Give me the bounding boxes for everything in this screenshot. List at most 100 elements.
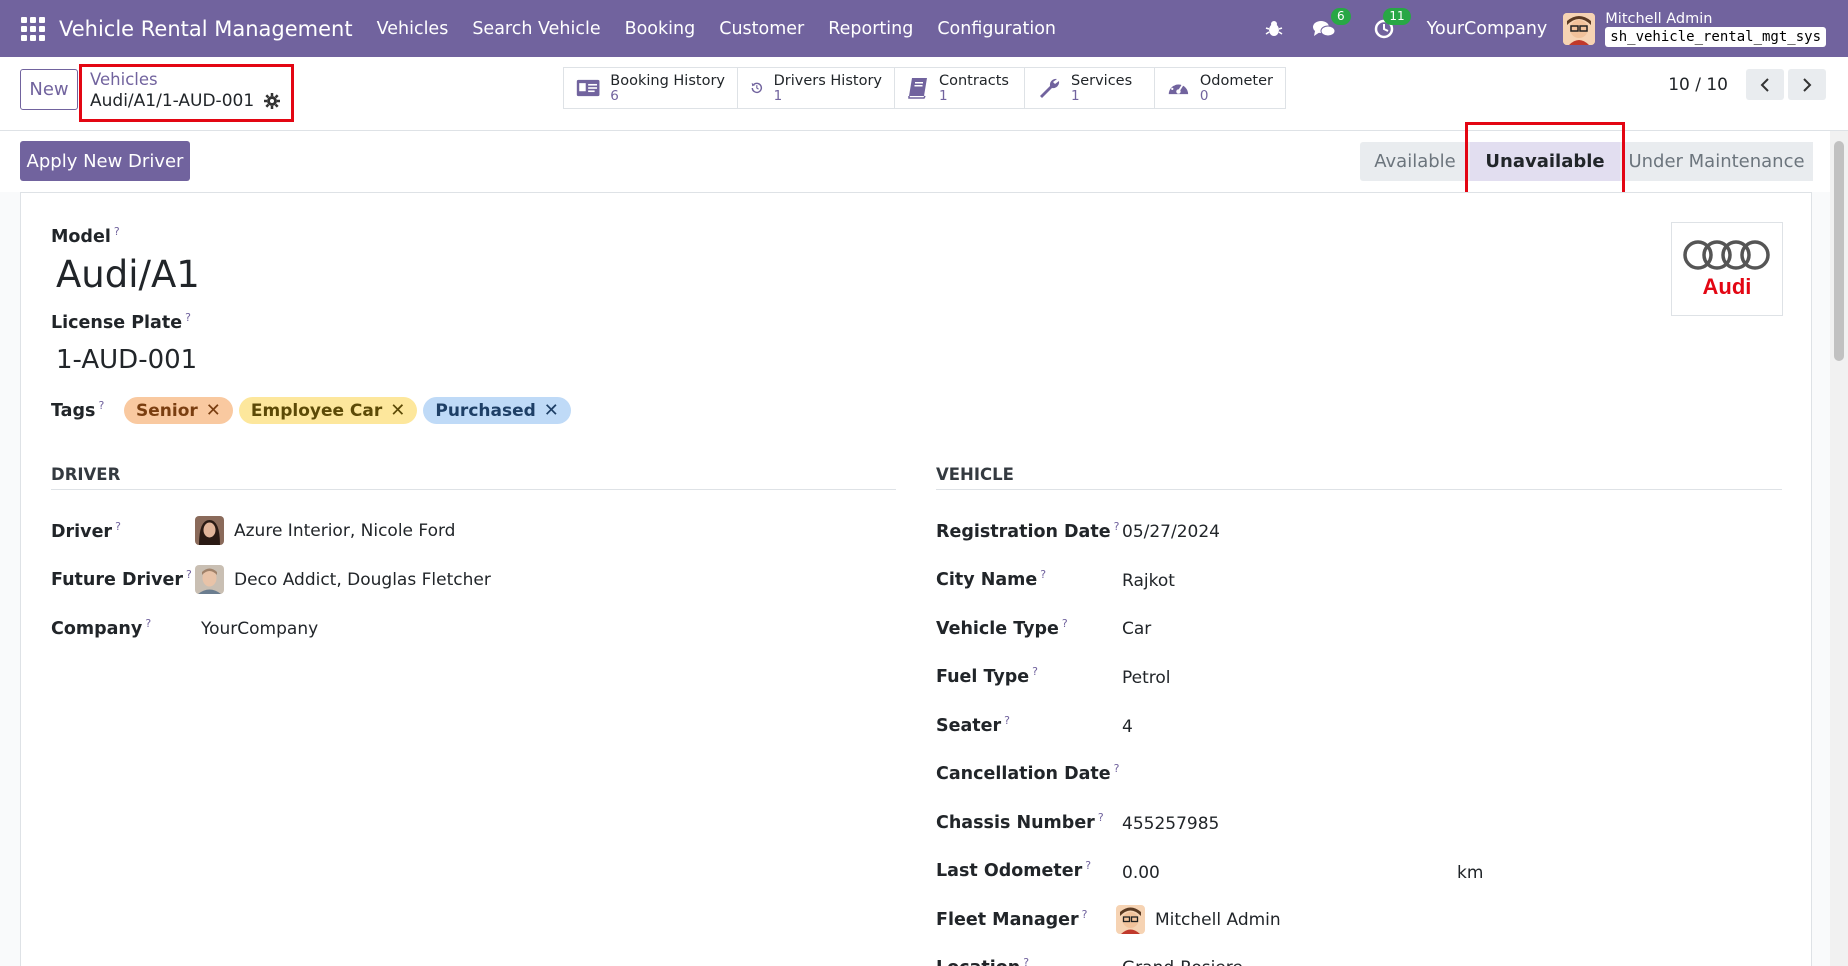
chassis-number-value[interactable]: 455257985 xyxy=(1122,814,1219,834)
future-driver-label: Future Driver? xyxy=(51,568,192,590)
smart-buttons: Booking History 6 Drivers History 1 Cont… xyxy=(563,67,1286,109)
chat-icon[interactable]: 6 xyxy=(1311,7,1351,42)
fleet-manager-label: Fleet Manager? xyxy=(936,908,1088,930)
breadcrumb-current-label: Audi/A1/1-AUD-001 xyxy=(90,91,255,111)
contracts-button[interactable]: Contracts 1 xyxy=(895,68,1025,108)
company-switcher[interactable]: YourCompany xyxy=(1427,19,1548,39)
last-odometer-label: Last Odometer? xyxy=(936,859,1092,881)
apps-menu-icon[interactable] xyxy=(21,16,45,41)
navbar-systray: 6 11 YourCompany Mitchell Admin sh_vehic… xyxy=(1249,0,1848,57)
pager-previous-button[interactable] xyxy=(1746,69,1784,100)
main-menu: Vehicles Search Vehicle Booking Customer… xyxy=(365,19,1068,39)
drivers-history-label: Drivers History xyxy=(773,72,882,89)
menu-vehicles[interactable]: Vehicles xyxy=(365,19,461,39)
company-label: Company? xyxy=(51,617,152,639)
book-icon xyxy=(908,78,927,99)
seater-value[interactable]: 4 xyxy=(1122,717,1133,737)
history-icon xyxy=(751,82,763,94)
status-bar: Available Unavailable Under Maintenance xyxy=(1360,142,1813,181)
city-name-value[interactable]: Rajkot xyxy=(1122,571,1175,591)
seater-label: Seater? xyxy=(936,714,1010,736)
pager: 10 / 10 xyxy=(1668,69,1826,100)
chat-count-badge: 6 xyxy=(1331,7,1351,25)
company-value[interactable]: YourCompany xyxy=(201,619,318,639)
driver-label: Driver? xyxy=(51,520,121,542)
services-label: Services xyxy=(1071,72,1133,89)
user-menu[interactable]: Mitchell Admin sh_vehicle_rental_mgt_sys xyxy=(1605,11,1826,47)
wrench-icon xyxy=(1040,78,1060,98)
bug-icon[interactable] xyxy=(1261,16,1287,42)
vehicle-logo[interactable]: Audi xyxy=(1671,222,1783,316)
future-driver-field[interactable]: Deco Addict, Douglas Fletcher xyxy=(195,565,491,594)
tag-employee-car: Employee Car ✕ xyxy=(238,397,418,424)
menu-customer[interactable]: Customer xyxy=(707,19,816,39)
registration-date-value[interactable]: 05/27/2024 xyxy=(1122,522,1220,542)
booking-history-count: 6 xyxy=(610,87,619,104)
driver-field[interactable]: Azure Interior, Nicole Ford xyxy=(195,516,455,545)
cancellation-date-label: Cancellation Date? xyxy=(936,762,1120,784)
user-name: Mitchell Admin xyxy=(1605,10,1713,27)
menu-configuration[interactable]: Configuration xyxy=(925,19,1068,39)
future-driver-value: Deco Addict, Douglas Fletcher xyxy=(234,569,491,590)
drivers-history-button[interactable]: Drivers History 1 xyxy=(738,68,895,108)
services-button[interactable]: Services 1 xyxy=(1025,68,1155,108)
breadcrumb-parent-link[interactable]: Vehicles xyxy=(90,70,283,90)
activity-clock-icon[interactable]: 11 xyxy=(1371,7,1411,42)
driver-section-title: DRIVER xyxy=(51,465,896,490)
contracts-count: 1 xyxy=(939,87,948,104)
chassis-number-label: Chassis Number? xyxy=(936,811,1104,833)
registration-date-label: Registration Date? xyxy=(936,520,1120,542)
breadcrumb-current: Audi/A1/1-AUD-001 xyxy=(90,90,283,112)
vehicle-type-label: Vehicle Type? xyxy=(936,617,1068,639)
top-navbar: Vehicle Rental Management Vehicles Searc… xyxy=(0,0,1848,57)
gear-icon[interactable] xyxy=(264,93,281,109)
apply-new-driver-button[interactable]: Apply New Driver xyxy=(20,141,190,181)
last-odometer-value[interactable]: 0.00 xyxy=(1122,863,1160,883)
driver-avatar xyxy=(195,516,224,545)
tags-label: Tags? xyxy=(51,399,105,421)
driver-value: Azure Interior, Nicole Ford xyxy=(234,520,456,541)
tags-list[interactable]: Senior ✕ Employee Car ✕ Purchased ✕ xyxy=(124,397,577,424)
fleet-manager-field[interactable]: Mitchell Admin xyxy=(1116,905,1281,934)
location-label: Location? xyxy=(936,956,1030,966)
fuel-type-label: Fuel Type? xyxy=(936,665,1039,687)
page-scrollbar[interactable] xyxy=(1830,131,1848,966)
activity-count-badge: 11 xyxy=(1383,7,1411,25)
status-unavailable[interactable]: Unavailable xyxy=(1470,142,1620,181)
new-button[interactable]: New xyxy=(20,69,78,110)
odometer-label: Odometer xyxy=(1199,72,1273,89)
status-under-maintenance[interactable]: Under Maintenance xyxy=(1620,142,1813,181)
odometer-count: 0 xyxy=(1199,87,1209,104)
fuel-type-value[interactable]: Petrol xyxy=(1122,668,1171,688)
future-driver-avatar xyxy=(195,565,224,594)
pager-value[interactable]: 10 / 10 xyxy=(1668,75,1728,95)
pager-next-button[interactable] xyxy=(1788,69,1826,100)
status-available[interactable]: Available xyxy=(1360,142,1470,181)
breadcrumb: Vehicles Audi/A1/1-AUD-001 xyxy=(79,64,294,122)
user-avatar[interactable] xyxy=(1563,12,1596,45)
odometer-unit[interactable]: km xyxy=(1457,863,1483,883)
license-plate-value[interactable]: 1-AUD-001 xyxy=(56,345,197,375)
odometer-button[interactable]: Odometer 0 xyxy=(1155,68,1285,108)
chevron-left-icon xyxy=(1760,77,1769,92)
vehicle-type-value[interactable]: Car xyxy=(1122,619,1151,639)
menu-reporting[interactable]: Reporting xyxy=(816,19,925,39)
location-value[interactable]: Grand-Rosiere xyxy=(1122,958,1243,966)
vehicle-section-title: VEHICLE xyxy=(936,465,1782,490)
audi-rings-icon xyxy=(1683,240,1770,270)
fleet-manager-value: Mitchell Admin xyxy=(1155,909,1281,930)
booking-history-label: Booking History xyxy=(610,72,725,89)
city-name-label: City Name? xyxy=(936,568,1047,590)
menu-booking[interactable]: Booking xyxy=(613,19,708,39)
model-label: Model? xyxy=(51,225,120,247)
model-value[interactable]: Audi/A1 xyxy=(56,253,200,296)
remove-tag-icon[interactable]: ✕ xyxy=(390,400,405,421)
remove-tag-icon[interactable]: ✕ xyxy=(206,400,221,421)
menu-search-vehicle[interactable]: Search Vehicle xyxy=(460,19,612,39)
license-plate-label: License Plate? xyxy=(51,311,191,333)
app-brand[interactable]: Vehicle Rental Management xyxy=(59,17,353,41)
scrollbar-thumb[interactable] xyxy=(1834,141,1844,361)
remove-tag-icon[interactable]: ✕ xyxy=(544,400,559,421)
tag-purchased: Purchased ✕ xyxy=(423,397,571,424)
booking-history-button[interactable]: Booking History 6 xyxy=(564,68,738,108)
